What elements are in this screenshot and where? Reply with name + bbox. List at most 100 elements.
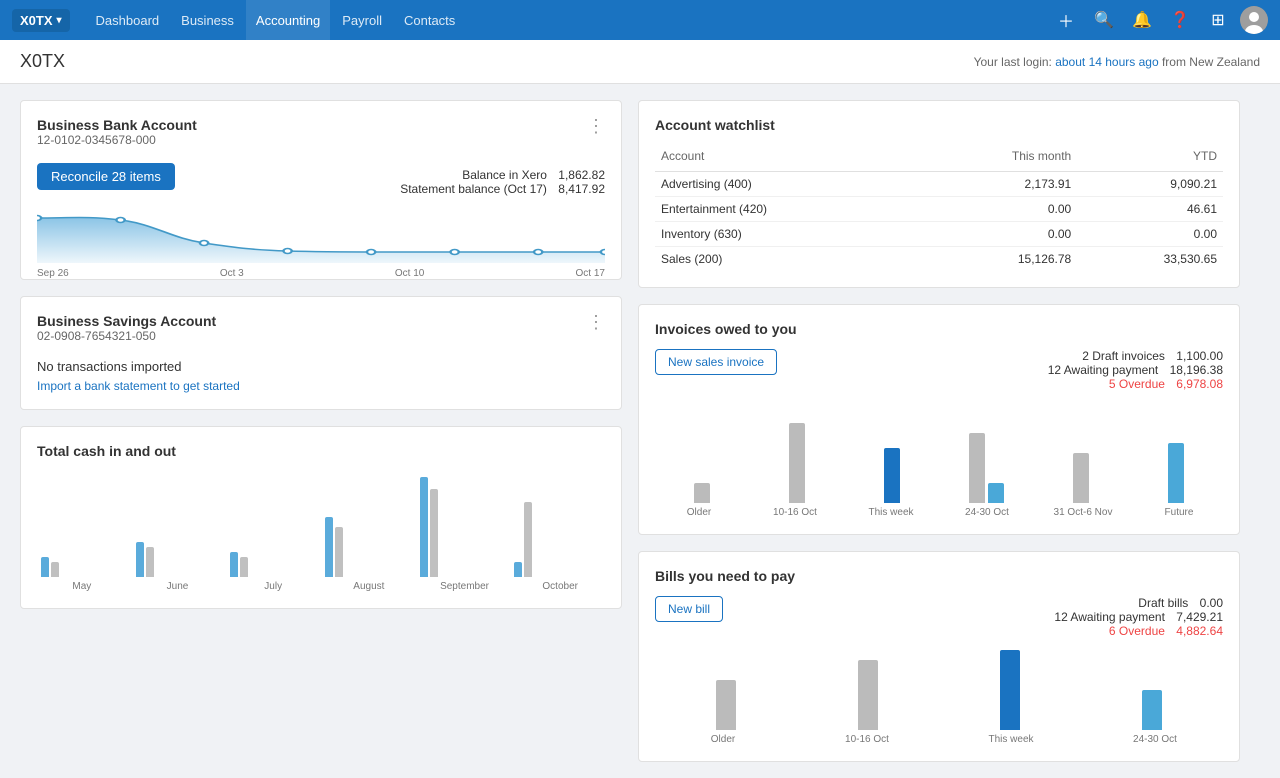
cash-bar-oct-in [514,562,522,577]
sub-header: X0TX Your last login: about 14 hours ago… [0,40,1280,84]
watchlist-inventory-name: Inventory (630) [655,222,918,247]
invoice-bar-older [659,483,746,503]
cash-bar-sep-out [430,489,438,577]
nav-links: Dashboard Business Accounting Payroll Co… [86,0,1050,40]
bank-date-2: Oct 3 [220,268,244,279]
invoice-draft-row: 2 Draft invoices 1,100.00 [1048,349,1223,363]
bills-card: Bills you need to pay New bill Draft bil… [638,551,1240,762]
watchlist-sales-name: Sales (200) [655,247,918,272]
invoice-2430-gray [969,433,985,503]
invoice-bar-future [1132,443,1219,503]
reconcile-button[interactable]: Reconcile 28 items [37,163,175,190]
bills-older-gray [716,680,736,730]
invoice-label-future: Future [1135,507,1223,518]
invoice-thisweek-blue [884,448,900,503]
invoice-older-bars [694,483,710,503]
last-login-prefix: Your last login: [974,55,1056,69]
cash-bar-august [325,517,412,577]
cash-bar-july-out [240,557,248,577]
bills-thisweek-bars [1000,650,1020,730]
add-icon[interactable]: ＋ [1050,4,1082,36]
last-login-time[interactable]: about 14 hours ago [1055,55,1158,69]
invoices-card: Invoices owed to you New sales invoice 2… [638,304,1240,535]
no-transactions-text: No transactions imported [37,359,605,374]
cash-bar-september [420,477,507,577]
cash-bar-july [230,552,317,577]
bills-label-thisweek: This week [943,734,1079,745]
bank-chart-labels: Sep 26 Oct 3 Oct 10 Oct 17 [37,268,605,279]
search-icon[interactable]: 🔍 [1088,4,1120,36]
bank-chart: Sep 26 Oct 3 Oct 10 Oct 17 [37,208,605,263]
invoice-label-thisweek: This week [847,507,935,518]
main-content: Business Bank Account 12-0102-0345678-00… [0,84,1260,778]
balance-in-xero-label: Balance in Xero [462,168,547,182]
watchlist-row-sales: Sales (200) 15,126.78 33,530.65 [655,247,1223,272]
notifications-icon[interactable]: 🔔 [1126,4,1158,36]
last-login-suffix: from New Zealand [1159,55,1260,69]
right-column: Account watchlist Account This month YTD… [638,100,1240,762]
new-sales-invoice-button[interactable]: New sales invoice [655,349,777,375]
cash-label-june: June [133,581,223,592]
bills-title: Bills you need to pay [655,568,1223,584]
invoice-future-bars [1168,443,1184,503]
savings-account-number: 02-0908-7654321-050 [37,329,216,343]
nav-business[interactable]: Business [171,0,244,40]
savings-menu-icon[interactable]: ⋮ [587,313,605,331]
watchlist-card: Account watchlist Account This month YTD… [638,100,1240,288]
cash-label-august: August [324,581,414,592]
cash-label-september: September [420,581,510,592]
new-bill-button[interactable]: New bill [655,596,723,622]
nav-payroll[interactable]: Payroll [332,0,392,40]
bills-label-2430: 24-30 Oct [1087,734,1223,745]
bills-bar-chart [655,650,1223,730]
bills-overdue-value: 4,882.64 [1176,624,1223,638]
cash-bar-august-out [335,527,343,577]
bills-bar-older [659,680,793,730]
bills-label-older: Older [655,734,791,745]
import-statement-link[interactable]: Import a bank statement to get started [37,379,240,393]
apps-icon[interactable]: ⊞ [1202,4,1234,36]
bank-date-3: Oct 10 [395,268,424,279]
watchlist-inventory-ytd: 0.00 [1077,222,1223,247]
watchlist-header-row: Account This month YTD [655,145,1223,172]
bills-older-bars [716,680,736,730]
invoice-31oct-bars [1073,453,1089,503]
cash-chart-card: Total cash in and out [20,426,622,609]
bank-account-card: Business Bank Account 12-0102-0345678-00… [20,100,622,280]
watchlist-entertainment-month: 0.00 [918,197,1077,222]
brand-button[interactable]: X0TX ▾ [12,9,70,32]
bills-chart-labels: Older 10-16 Oct This week 24-30 Oct [655,734,1223,745]
bank-date-4: Oct 17 [576,268,605,279]
invoices-amounts: 2 Draft invoices 1,100.00 12 Awaiting pa… [1048,349,1223,391]
nav-contacts[interactable]: Contacts [394,0,465,40]
nav-accounting[interactable]: Accounting [246,0,330,40]
watchlist-row-entertainment: Entertainment (420) 0.00 46.61 [655,197,1223,222]
help-icon[interactable]: ❓ [1164,4,1196,36]
watchlist-entertainment-name: Entertainment (420) [655,197,918,222]
invoice-overdue-value: 6,978.08 [1176,377,1223,391]
invoices-title: Invoices owed to you [655,321,1223,337]
cash-bar-may [41,557,128,577]
savings-account-title: Business Savings Account [37,313,216,329]
balance-info: Balance in Xero 1,862.82 Statement balan… [400,168,605,196]
watchlist-title: Account watchlist [655,117,1223,133]
invoice-awaiting-label: 12 Awaiting payment [1048,363,1159,377]
bills-draft-label: Draft bills [1138,596,1188,610]
bank-card-header: Business Bank Account 12-0102-0345678-00… [37,117,605,159]
bills-thisweek-blue [1000,650,1020,730]
cash-chart-title: Total cash in and out [37,443,605,459]
bank-menu-icon[interactable]: ⋮ [587,117,605,135]
invoice-bar-31oct [1038,453,1125,503]
nav-actions: ＋ 🔍 🔔 ❓ ⊞ [1050,4,1268,36]
statement-balance-row: Statement balance (Oct 17) 8,417.92 [400,182,605,196]
invoice-thisweek-bars [884,448,900,503]
bills-overdue-row: 6 Overdue 4,882.64 [1054,624,1223,638]
avatar[interactable] [1240,6,1268,34]
bills-bar-thisweek [943,650,1077,730]
savings-title-wrap: Business Savings Account 02-0908-7654321… [37,313,216,355]
statement-balance-value: 8,417.92 [558,182,605,196]
nav-dashboard[interactable]: Dashboard [86,0,170,40]
cash-chart-labels: May June July August September October [37,581,605,592]
invoice-1016-bars [789,423,805,503]
invoice-chart-labels: Older 10-16 Oct This week 24-30 Oct 31 O… [655,507,1223,518]
